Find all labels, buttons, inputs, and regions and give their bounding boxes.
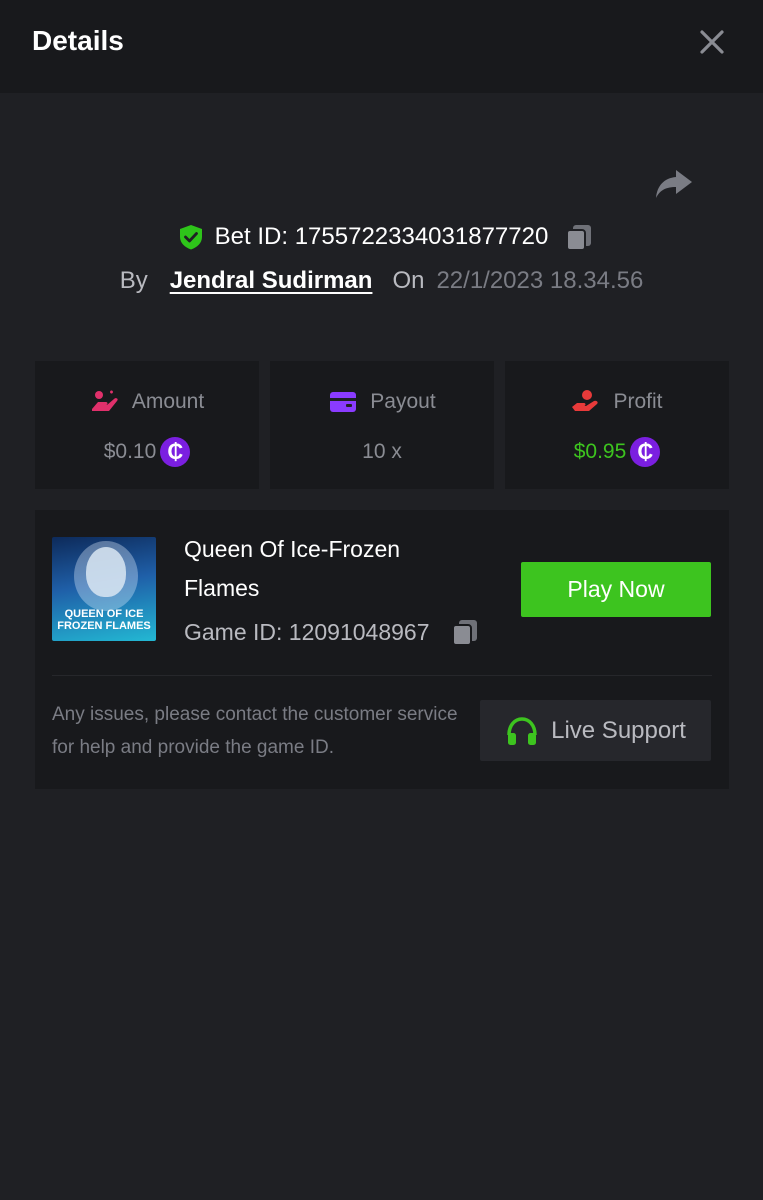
- live-support-button[interactable]: Live Support: [480, 700, 711, 761]
- game-card: QUEEN OF ICE FROZEN FLAMES Queen Of Ice-…: [35, 510, 729, 789]
- payout-label: Payout: [370, 390, 436, 413]
- amount-card: Amount $0.10 ₵: [35, 361, 259, 489]
- live-support-label: Live Support: [551, 716, 686, 744]
- game-id-row: Game ID: 12091048967: [184, 614, 480, 650]
- profit-value: $0.95: [573, 440, 627, 463]
- payout-value: 10 x: [362, 440, 402, 463]
- bet-datetime: 22/1/2023 18.34.56: [436, 267, 644, 294]
- bet-id-row: Bet ID: 1755722334031877720: [0, 217, 763, 257]
- copy-icon[interactable]: [564, 222, 594, 252]
- payout-card: Payout 10 x: [270, 361, 494, 489]
- game-name: Queen Of Ice-Frozen Flames: [184, 536, 401, 601]
- coin-icon: ₵: [630, 437, 661, 467]
- divider: [52, 675, 712, 676]
- page-title: Details: [32, 25, 124, 56]
- bet-meta-row: By Jendral Sudirman On 22/1/2023 18.34.5…: [0, 262, 763, 300]
- thumbnail-title-line1: QUEEN OF ICE: [64, 608, 144, 620]
- coin-icon: ₵: [160, 437, 191, 467]
- play-now-button[interactable]: Play Now: [521, 562, 711, 617]
- by-label: By: [119, 267, 148, 294]
- hand-coin-icon: [91, 390, 118, 411]
- on-label: On: [392, 267, 425, 294]
- headphones-icon: [507, 716, 537, 745]
- hand-money-icon: [572, 390, 599, 411]
- close-icon[interactable]: [697, 27, 727, 57]
- support-help-text: Any issues, please contact the customer …: [52, 704, 458, 758]
- profit-label: Profit: [613, 390, 663, 413]
- bet-id: Bet ID: 1755722334031877720: [214, 223, 549, 250]
- copy-icon[interactable]: [450, 617, 480, 647]
- game-id: Game ID: 12091048967: [184, 618, 430, 645]
- profit-card: Profit $0.95 ₵: [505, 361, 729, 489]
- shield-check-icon: [179, 225, 202, 250]
- header: Details: [0, 0, 763, 93]
- thumbnail-title-line2: FROZEN FLAMES: [57, 620, 151, 632]
- share-icon[interactable]: [652, 166, 694, 202]
- user-link[interactable]: Jendral Sudirman: [170, 267, 373, 295]
- amount-value: $0.10: [103, 440, 157, 463]
- wallet-icon: [330, 392, 357, 412]
- amount-label: Amount: [131, 390, 205, 413]
- game-thumbnail[interactable]: QUEEN OF ICE FROZEN FLAMES: [52, 537, 156, 641]
